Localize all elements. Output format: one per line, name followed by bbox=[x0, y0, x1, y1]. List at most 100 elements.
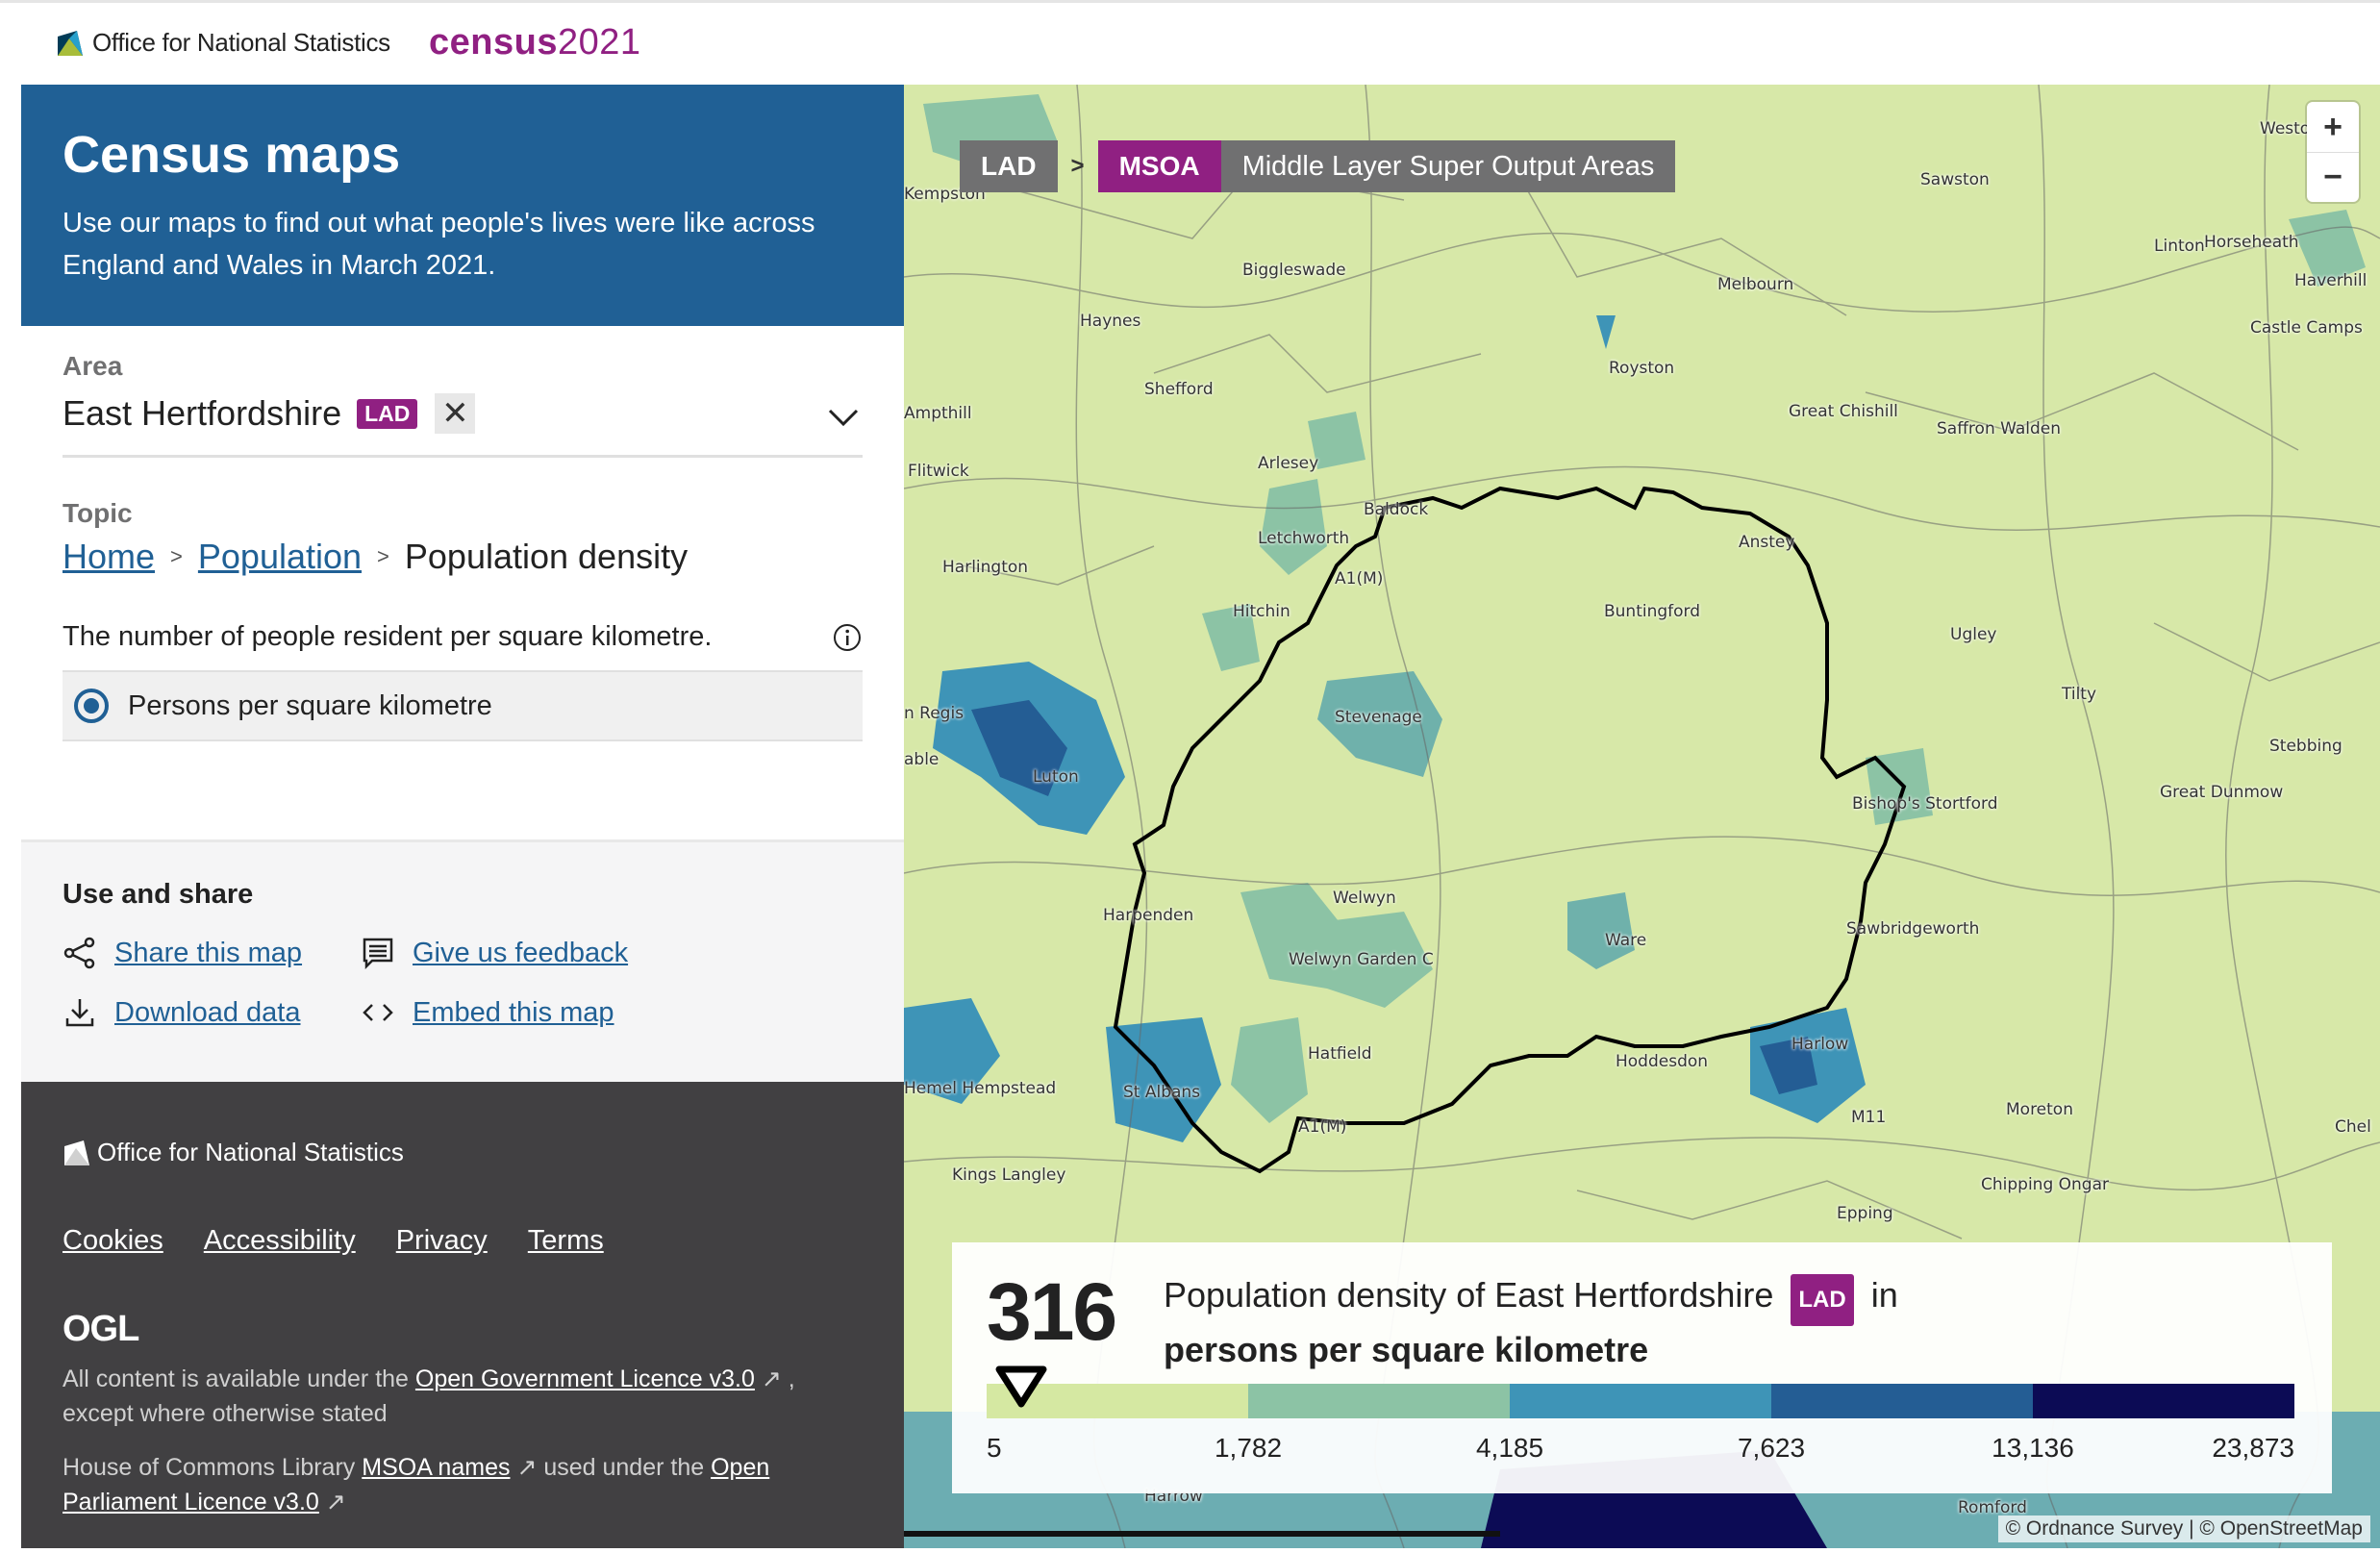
legend-tick-label: 13,136 bbox=[1992, 1433, 2074, 1463]
ogl-logo: OGL bbox=[63, 1309, 139, 1349]
footer-link-privacy[interactable]: Privacy bbox=[396, 1225, 488, 1257]
horizontal-scrollbar[interactable] bbox=[904, 1531, 1500, 1537]
chevron-down-icon[interactable] bbox=[824, 403, 863, 432]
external-link-icon: ↗ bbox=[761, 1365, 782, 1392]
footer-link-cookies[interactable]: Cookies bbox=[63, 1225, 163, 1257]
map-label: Linton bbox=[2154, 237, 2205, 256]
legend-tick-label: 4,185 bbox=[1475, 1433, 1544, 1463]
map-label: Chipping Ongar bbox=[1981, 1175, 2109, 1194]
classification-option[interactable]: Persons per square kilometre bbox=[63, 672, 863, 741]
zoom-in-button[interactable]: + bbox=[2307, 102, 2359, 152]
map-label: Hitchin bbox=[1233, 602, 1290, 621]
map-label: Horseheath bbox=[2204, 233, 2299, 252]
geo-separator-icon: > bbox=[1070, 153, 1085, 179]
hoc-licence-text: House of Commons Library MSOA names ↗ us… bbox=[63, 1450, 870, 1519]
map-label: Stebbing bbox=[2269, 737, 2342, 756]
hoc-prefix: House of Commons Library bbox=[63, 1454, 356, 1481]
legend-tick-label: 23,873 bbox=[2212, 1433, 2294, 1463]
map-label: Buntingford bbox=[1604, 602, 1701, 621]
area-section: Area East Hertfordshire LAD ✕ bbox=[21, 326, 904, 467]
map-label: Sawbridgeworth bbox=[1846, 919, 1980, 939]
feedback-text[interactable]: Give us feedback bbox=[413, 938, 628, 969]
share-icon bbox=[63, 937, 95, 969]
page-title: Census maps bbox=[63, 126, 401, 184]
embed-map-link[interactable]: Embed this map bbox=[361, 995, 668, 1030]
map-label: Great Dunmow bbox=[2160, 783, 2284, 802]
footer-links: Cookies Accessibility Privacy Terms bbox=[63, 1225, 863, 1257]
ons-logo-icon bbox=[58, 30, 83, 56]
geography-breadcrumb: LAD > MSOA Middle Layer Super Output Are… bbox=[960, 140, 1676, 192]
map-label: Melbourn bbox=[1717, 275, 1794, 294]
code-icon bbox=[363, 1004, 393, 1021]
map-label: Welwyn bbox=[1333, 889, 1396, 908]
embed-map-text[interactable]: Embed this map bbox=[413, 997, 614, 1029]
map-canvas[interactable]: Kempston Biggleswade Sawston Weston C Li… bbox=[904, 85, 2380, 1548]
geo-level-lad-button[interactable]: LAD bbox=[960, 140, 1058, 192]
breadcrumb-separator: > bbox=[377, 544, 389, 568]
download-data-link[interactable]: Download data bbox=[63, 995, 361, 1030]
zoom-controls: + − bbox=[2307, 102, 2359, 202]
footer-link-terms[interactable]: Terms bbox=[528, 1225, 604, 1257]
map-label: Stevenage bbox=[1335, 708, 1422, 727]
topic-label: Topic bbox=[63, 498, 133, 528]
map-label: Luton bbox=[1033, 767, 1079, 787]
map-label: Welwyn Garden C bbox=[1289, 950, 1434, 969]
census-logo[interactable]: census2021 bbox=[429, 22, 641, 63]
topic-description: The number of people resident per square… bbox=[63, 621, 863, 672]
map-label: Hatfield bbox=[1308, 1044, 1372, 1064]
geo-level-name: Middle Layer Super Output Areas bbox=[1220, 140, 1676, 192]
legend-tick-label: 1,782 bbox=[1214, 1433, 1283, 1463]
ogl-licence-link[interactable]: Open Government Licence v3.0 bbox=[415, 1365, 755, 1392]
map-label: Romford bbox=[1958, 1498, 2027, 1517]
map-label: Moreton bbox=[2006, 1100, 2073, 1119]
classification-option-label: Persons per square kilometre bbox=[128, 689, 492, 721]
map-label: Hoddesdon bbox=[1616, 1052, 1709, 1071]
map-label: Harpenden bbox=[1103, 906, 1194, 925]
geo-level-msoa-badge[interactable]: MSOA bbox=[1097, 140, 1221, 192]
area-selector[interactable]: East Hertfordshire LAD ✕ bbox=[63, 393, 863, 458]
ons-logo-text: Office for National Statistics bbox=[92, 28, 390, 57]
map-label: Chel bbox=[2335, 1117, 2371, 1137]
legend-color-scale bbox=[987, 1384, 2294, 1418]
footer-link-accessibility[interactable]: Accessibility bbox=[204, 1225, 356, 1257]
census-logo-year: 2021 bbox=[557, 22, 641, 63]
use-and-share-heading: Use and share bbox=[63, 879, 254, 910]
share-map-link[interactable]: Share this map bbox=[63, 936, 361, 970]
area-value: East Hertfordshire bbox=[63, 393, 342, 433]
legend-lad-badge: LAD bbox=[1791, 1274, 1854, 1326]
ons-logo[interactable]: Office for National Statistics bbox=[56, 28, 390, 58]
feedback-link[interactable]: Give us feedback bbox=[361, 936, 668, 970]
map-attribution[interactable]: © Ordnance Survey | © OpenStreetMap bbox=[1997, 1515, 2370, 1542]
legend-color-bin bbox=[2033, 1384, 2294, 1418]
area-label: Area bbox=[63, 351, 123, 381]
feedback-icon bbox=[363, 938, 393, 970]
use-and-share-section: Use and share Share this map Give us fee… bbox=[21, 839, 904, 1082]
footer-ons-logo[interactable]: Office for National Statistics bbox=[63, 1138, 863, 1167]
map-label: M11 bbox=[1851, 1108, 1887, 1127]
page-subtitle: Use our maps to find out what people's l… bbox=[63, 208, 815, 281]
breadcrumb-home[interactable]: Home bbox=[63, 537, 155, 577]
share-map-text[interactable]: Share this map bbox=[114, 938, 302, 969]
map-label: Baldock bbox=[1364, 500, 1429, 519]
legend-title-suffix: in bbox=[1870, 1275, 1898, 1315]
zoom-out-button[interactable]: − bbox=[2307, 152, 2359, 202]
map-label: Epping bbox=[1837, 1204, 1893, 1223]
map-label: n Regis bbox=[904, 704, 965, 723]
map-label: Arlesey bbox=[1258, 454, 1319, 473]
hoc-mid: used under the bbox=[543, 1454, 705, 1481]
legend-color-bin bbox=[1248, 1384, 1510, 1418]
licence-text: All content is available under the Open … bbox=[63, 1362, 870, 1431]
map-label: Castle Camps bbox=[2250, 318, 2363, 338]
map-label: Royston bbox=[1609, 359, 1675, 378]
radio-selected-icon[interactable] bbox=[74, 689, 109, 723]
info-icon[interactable] bbox=[832, 622, 863, 653]
map-label: Hemel Hempstead bbox=[904, 1079, 1057, 1098]
area-type-badge: LAD bbox=[357, 398, 418, 429]
ons-logo-icon bbox=[64, 1140, 89, 1165]
value-marker-icon bbox=[995, 1365, 1047, 1408]
download-data-text[interactable]: Download data bbox=[114, 997, 300, 1029]
msoa-names-link[interactable]: MSOA names bbox=[362, 1454, 510, 1481]
legend-title-prefix: Population density of East Hertfordshire bbox=[1164, 1275, 1774, 1315]
clear-area-button[interactable]: ✕ bbox=[435, 393, 476, 434]
breadcrumb-population[interactable]: Population bbox=[198, 537, 362, 577]
